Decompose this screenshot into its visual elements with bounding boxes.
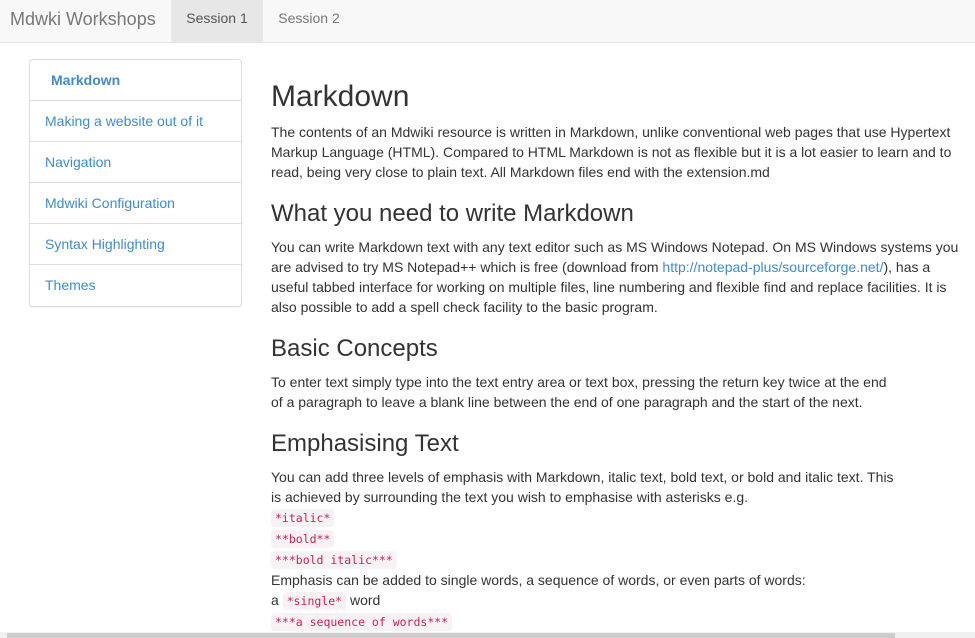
section-heading-emphasising-text: Emphasising Text (271, 430, 459, 457)
intro-paragraph: The contents of an Mdwiki resource is wr… (271, 124, 952, 180)
horizontal-scrollbar[interactable] (0, 632, 975, 638)
sidebar-item-making-a-website[interactable]: Making a website out of it (30, 101, 241, 142)
code-example-bold-italic: ***bold italic*** (271, 551, 397, 569)
section-heading-basic-concepts: Basic Concepts (271, 335, 438, 362)
notepad-plus-link[interactable]: http://notepad-plus/sourceforge.net/ (662, 259, 883, 275)
sidebar-item-syntax-highlighting[interactable]: Syntax Highlighting (30, 224, 241, 265)
single-word-example: a *single* word (271, 590, 966, 611)
sidebar-item-navigation[interactable]: Navigation (30, 142, 241, 183)
code-example-single: *single* (282, 592, 347, 610)
code-example-italic: *italic* (271, 509, 335, 527)
sidebar-item-markdown[interactable]: Markdown (30, 60, 241, 101)
brand-link[interactable]: Mdwki Workshops (10, 0, 156, 42)
sidebar-item-themes[interactable]: Themes (30, 265, 241, 306)
sidebar-nav: Markdown Making a website out of it Navi… (29, 59, 242, 307)
emphasis-paragraph: You can add three levels of emphasis wit… (271, 469, 894, 505)
example-suffix: word (349, 592, 381, 608)
example-prefix: a (271, 592, 279, 608)
code-example-sequence: ***a sequence of words*** (271, 613, 453, 631)
section-heading-what-you-need: What you need to write Markdown (271, 200, 634, 227)
page-title: Markdown (271, 80, 410, 113)
basic-concepts-paragraph: To enter text simply type into the text … (271, 374, 887, 410)
main-content: Markdown The contents of an Mdwiki resou… (271, 60, 966, 632)
scrollbar-thumb[interactable] (7, 633, 895, 638)
what-you-need-paragraph: You can write Markdown text with any tex… (271, 237, 966, 317)
sidebar-item-mdwiki-configuration[interactable]: Mdwiki Configuration (30, 183, 241, 224)
code-example-bold: **bold** (271, 530, 335, 548)
tab-session-2[interactable]: Session 2 (263, 0, 355, 42)
tab-session-1[interactable]: Session 1 (171, 0, 263, 42)
emphasis-paragraph-2: Emphasis can be added to single words, a… (271, 572, 806, 588)
top-navbar: Mdwki Workshops Session 1 Session 2 (0, 0, 975, 43)
